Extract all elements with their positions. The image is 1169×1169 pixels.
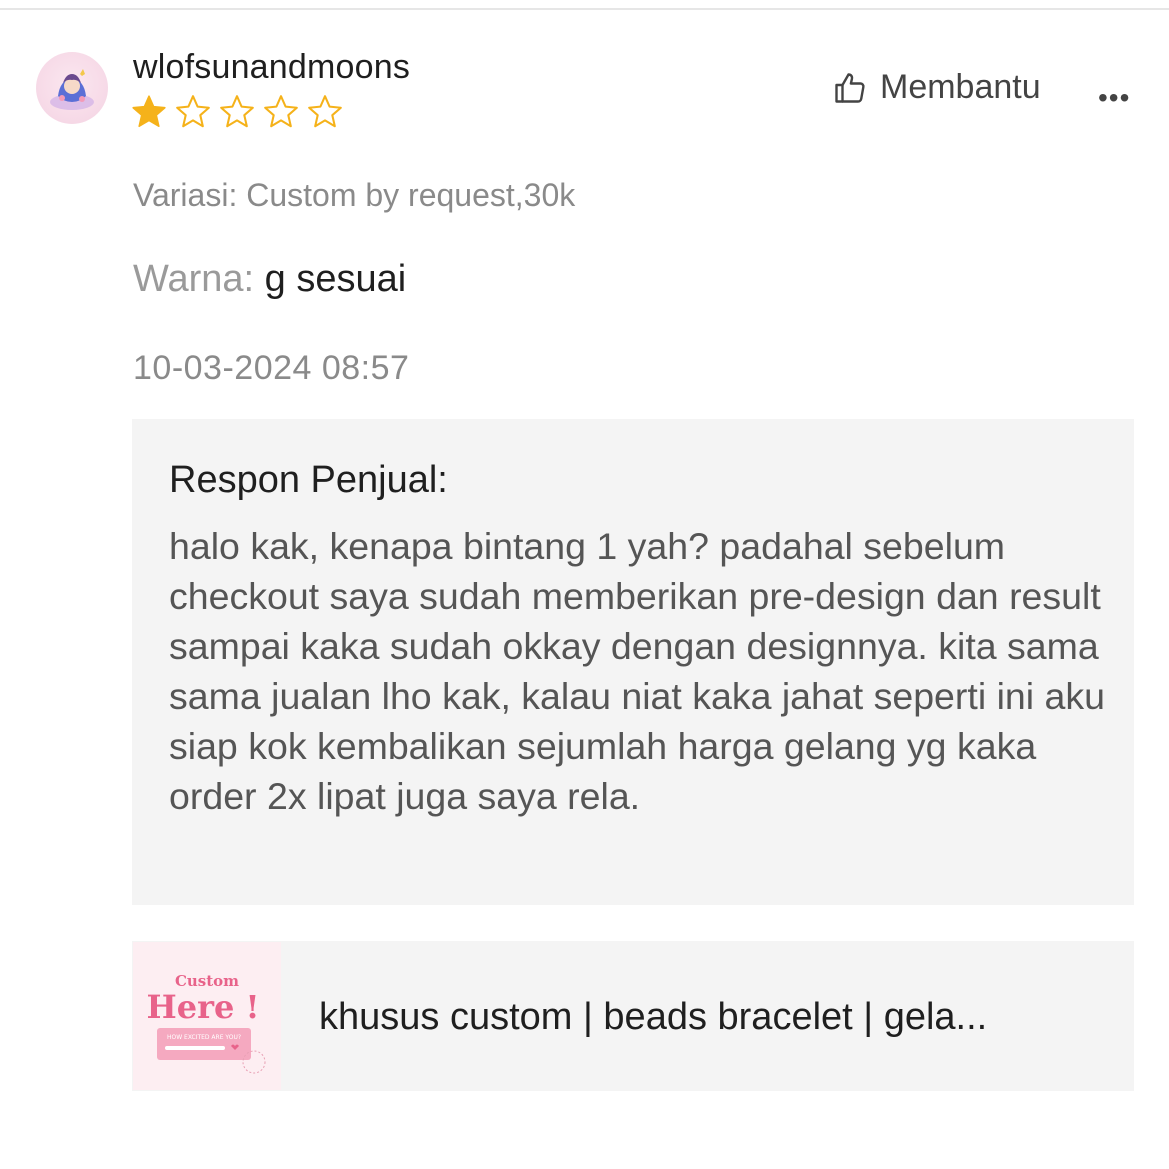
- star-rating: [130, 93, 344, 131]
- helpful-button[interactable]: Membantu: [832, 68, 1041, 107]
- more-dots-icon[interactable]: •••: [1098, 82, 1130, 114]
- avatar[interactable]: [36, 52, 108, 124]
- seller-response-body: halo kak, kenapa bintang 1 yah? padahal …: [169, 525, 1105, 817]
- thumb-caption: HOW EXCITED ARE YOU?: [167, 1034, 241, 1041]
- thumb-text-large: Here !: [147, 988, 260, 1026]
- color-row: Warna: g sesuai: [133, 258, 406, 301]
- star-empty-icon: [308, 95, 342, 128]
- review-timestamp: 10-03-2024 08:57: [133, 349, 410, 387]
- color-label: Warna:: [133, 258, 255, 300]
- star-empty-icon: [176, 95, 210, 128]
- username[interactable]: wlofsunandmoons: [133, 48, 410, 87]
- seller-response-title: Respon Penjual:: [169, 459, 448, 501]
- helpful-label: Membantu: [880, 68, 1041, 106]
- star-empty-icon: [220, 95, 254, 128]
- thumbs-up-icon: [835, 72, 865, 103]
- color-value: g sesuai: [264, 258, 407, 300]
- star-filled-icon: [132, 95, 166, 128]
- variation-text: Variasi: Custom by request,30k: [133, 177, 576, 213]
- seller-response: Respon Penjual: halo kak, kenapa bintang…: [132, 419, 1134, 905]
- top-divider: [0, 8, 1169, 10]
- product-thumbnail: Custom Here ! HOW EXCITED ARE YOU?: [133, 942, 281, 1090]
- star-empty-icon: [264, 95, 298, 128]
- product-name: khusus custom | beads bracelet | gela...: [319, 996, 988, 1038]
- product-card[interactable]: Custom Here ! HOW EXCITED ARE YOU? khusu…: [132, 941, 1134, 1091]
